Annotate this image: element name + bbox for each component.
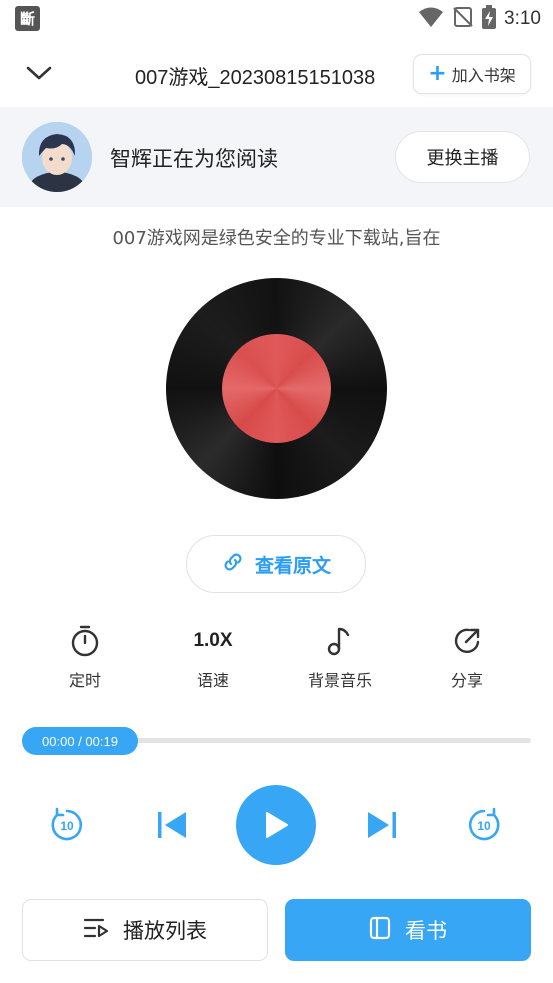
wifi-icon: [418, 6, 444, 32]
view-original-label: 查看原文: [254, 554, 331, 577]
app-notification-icon: 斷: [15, 6, 40, 31]
playlist-button[interactable]: 播放列表: [22, 899, 268, 961]
previous-button[interactable]: [152, 805, 192, 845]
text-excerpt: 007游戏网是绿色安全的专业下载站,旨在: [112, 228, 441, 249]
background-music-label: 背景音乐: [307, 671, 372, 690]
change-narrator-button[interactable]: 更换主播: [395, 131, 530, 183]
book-icon: [369, 916, 391, 945]
link-icon: [221, 550, 245, 579]
narrator-avatar: [22, 122, 92, 192]
timer-tool[interactable]: 定时: [30, 622, 140, 694]
status-bar: 斷 3:10: [0, 0, 553, 38]
timer-label: 定时: [68, 671, 101, 690]
forward-10-icon: 10: [468, 807, 500, 841]
add-to-bookshelf-label: 加入书架: [451, 66, 516, 85]
no-signal-icon: [452, 6, 474, 32]
status-icons: 3:10: [418, 5, 541, 33]
next-button[interactable]: [362, 805, 402, 845]
clock: 3:10: [504, 8, 541, 29]
battery-charging-icon: [482, 5, 497, 33]
read-book-button[interactable]: 看书: [285, 899, 531, 961]
background-music-tool[interactable]: 背景音乐: [285, 622, 395, 694]
skip-next-icon: [368, 812, 396, 838]
rewind-10-button[interactable]: 10: [47, 805, 87, 845]
svg-text:10: 10: [477, 819, 491, 833]
progress-thumb[interactable]: 00:00 / 00:19: [22, 727, 138, 755]
header: 007游戏_20230815151038 + 加入书架: [0, 48, 553, 102]
share-tool[interactable]: 分享: [412, 622, 522, 694]
narrator-status: 智辉正在为您阅读: [110, 147, 278, 171]
page-title: 007游戏_20230815151038: [135, 67, 376, 89]
read-book-label: 看书: [405, 919, 447, 943]
playlist-label: 播放列表: [123, 919, 207, 943]
chevron-down-icon: [26, 65, 52, 85]
timer-icon: [70, 622, 100, 660]
plus-icon: +: [428, 61, 447, 86]
view-original-button[interactable]: 查看原文: [186, 535, 366, 593]
skip-previous-icon: [158, 812, 186, 838]
record-label: [222, 334, 331, 443]
speed-value: 1.0X: [193, 630, 233, 651]
forward-10-button[interactable]: 10: [464, 805, 504, 845]
play-icon: [266, 812, 288, 838]
share-label: 分享: [450, 671, 483, 690]
playlist-icon: [83, 917, 109, 944]
svg-text:10: 10: [60, 819, 74, 833]
add-to-bookshelf-button[interactable]: + 加入书架: [413, 54, 531, 94]
vinyl-record: [166, 278, 387, 499]
collapse-button[interactable]: [22, 60, 56, 90]
speed-label: 语速: [196, 671, 229, 690]
music-note-icon: [327, 622, 353, 660]
share-icon: [452, 622, 482, 660]
play-button[interactable]: [236, 785, 316, 865]
narrator-bar: 智辉正在为您阅读 更换主播: [0, 107, 553, 207]
speed-tool[interactable]: 1.0X 语速: [158, 622, 268, 694]
rewind-10-icon: 10: [51, 807, 83, 841]
